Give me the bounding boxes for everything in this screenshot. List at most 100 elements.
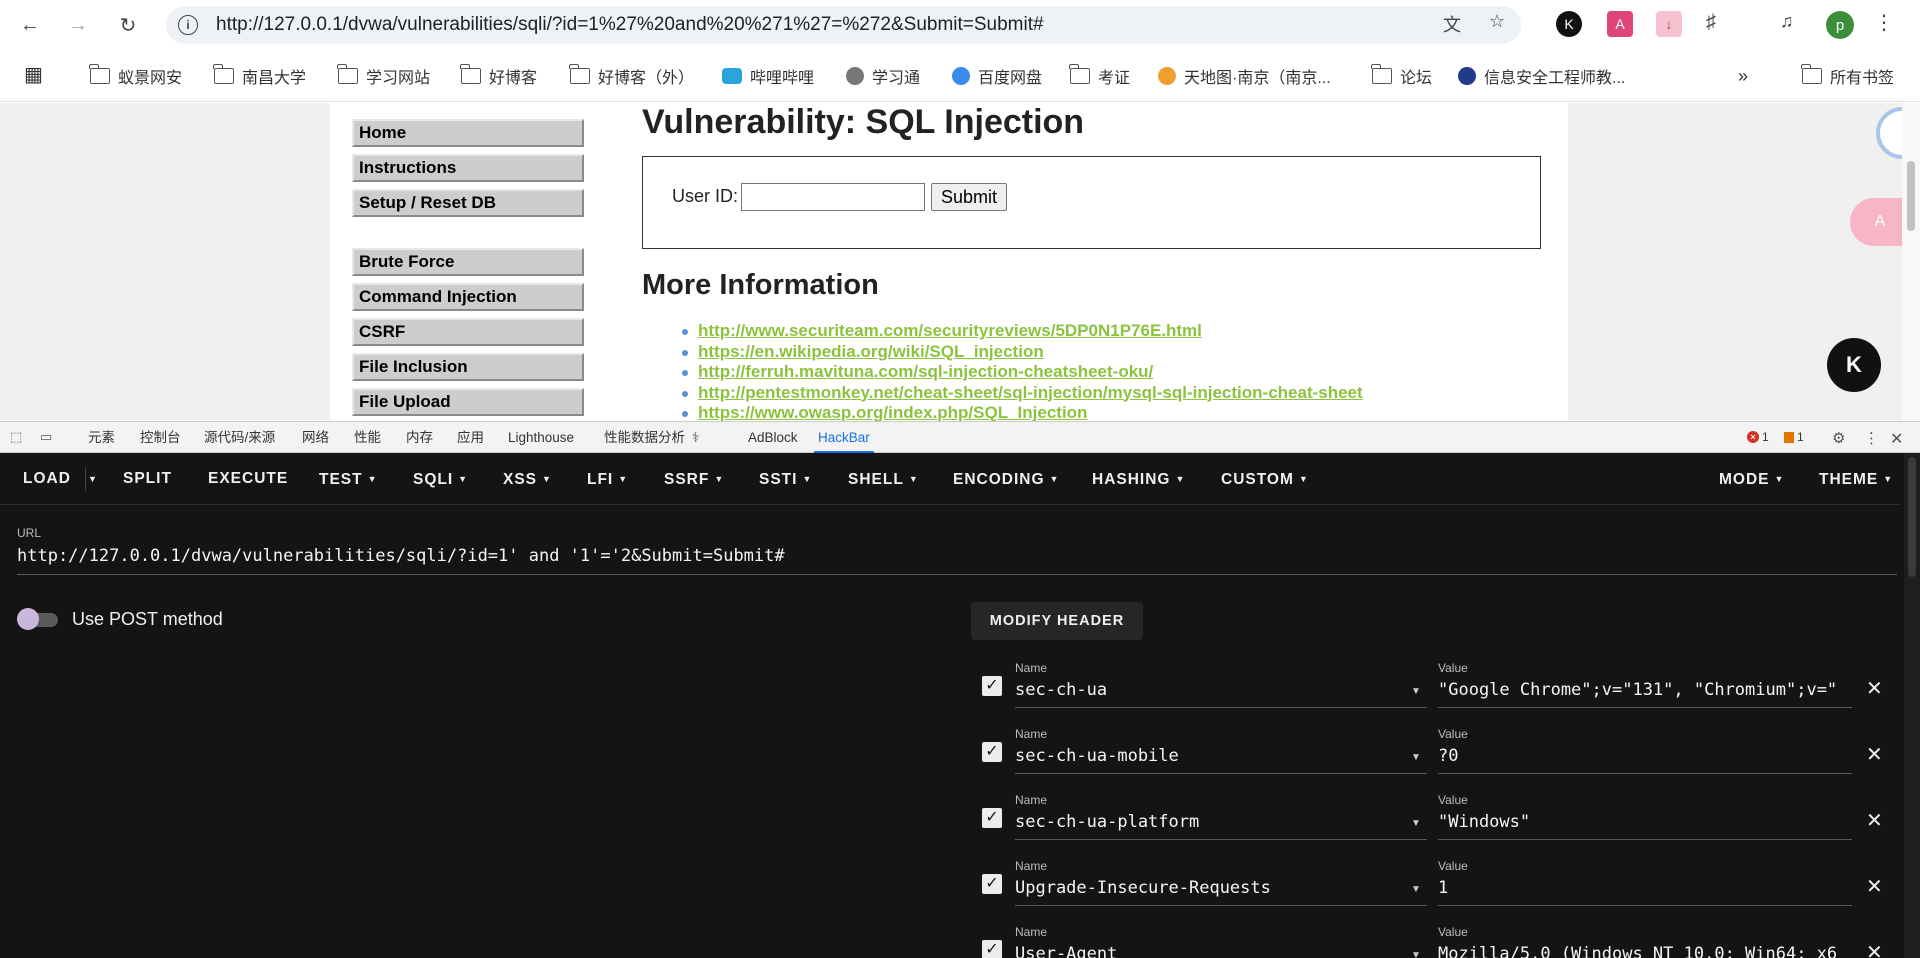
apps-grid-icon[interactable]: ▦	[24, 62, 43, 86]
address-bar[interactable]: i http://127.0.0.1/dvwa/vulnerabilities/…	[166, 6, 1521, 44]
header-name-field[interactable]: sec-ch-ua	[1015, 680, 1405, 700]
bookmark-star-icon[interactable]: ☆	[1489, 11, 1505, 32]
k-extension-icon[interactable]: K	[1556, 11, 1582, 37]
reload-button[interactable]: ↻	[114, 11, 142, 39]
bookmark-item[interactable]: 学习通	[846, 64, 920, 88]
ssrf-menu[interactable]: SSRF ▼	[664, 453, 724, 505]
load-button[interactable]: LOAD	[23, 453, 71, 505]
load-dropdown-chevron-icon[interactable]: ▼	[88, 453, 98, 505]
remove-header-close-icon[interactable]: ✕	[1866, 940, 1883, 958]
sqli-menu[interactable]: SQLI ▼	[413, 453, 468, 505]
split-button[interactable]: SPLIT	[123, 453, 172, 505]
test-menu[interactable]: TEST ▼	[319, 453, 378, 505]
chevron-down-icon[interactable]: ▼	[1411, 950, 1421, 958]
header-enabled-checkbox[interactable]: ✓	[982, 742, 1002, 762]
more-bookmarks-chevron-icon[interactable]: »	[1738, 64, 1748, 88]
header-name-field[interactable]: Upgrade-Insecure-Requests	[1015, 878, 1405, 898]
scrollbar-thumb[interactable]	[1907, 161, 1915, 231]
menu-file-upload[interactable]: File Upload	[352, 388, 584, 416]
bookmark-item[interactable]: 学习网站	[337, 64, 430, 88]
header-enabled-checkbox[interactable]: ✓	[982, 940, 1002, 958]
devtools-tab[interactable]: 源代码/来源	[204, 422, 275, 453]
devtools-menu-icon[interactable]: ⋮	[1864, 429, 1880, 447]
header-value-field[interactable]: "Windows"	[1438, 812, 1852, 832]
menu-file-inclusion[interactable]: File Inclusion	[352, 353, 584, 381]
devtools-tab[interactable]: 控制台	[140, 422, 181, 453]
devtools-tab[interactable]: 性能数据分析	[604, 422, 685, 453]
url-textarea[interactable]: http://127.0.0.1/dvwa/vulnerabilities/sq…	[17, 546, 785, 566]
extensions-puzzle-icon[interactable]: ♯	[1706, 11, 1716, 34]
header-name-field[interactable]: sec-ch-ua-mobile	[1015, 746, 1405, 766]
menu-brute-force[interactable]: Brute Force	[352, 248, 584, 276]
device-toolbar-icon[interactable]: ▭	[40, 429, 56, 445]
remove-header-close-icon[interactable]: ✕	[1866, 676, 1883, 701]
remove-header-close-icon[interactable]: ✕	[1866, 808, 1883, 833]
scrollbar-thumb[interactable]	[1908, 457, 1916, 577]
devtools-tab-active[interactable]: HackBar	[814, 422, 874, 453]
forward-button[interactable]: →	[64, 11, 92, 39]
page-scrollbar[interactable]	[1902, 103, 1920, 421]
execute-button[interactable]: EXECUTE	[208, 453, 288, 505]
chevron-down-icon[interactable]: ▼	[1411, 686, 1421, 697]
devtools-tab[interactable]: Lighthouse	[508, 422, 574, 453]
remove-header-close-icon[interactable]: ✕	[1866, 874, 1883, 899]
bookmark-item[interactable]: 百度网盘	[952, 64, 1042, 88]
reference-link[interactable]: https://en.wikipedia.org/wiki/SQL_inject…	[682, 342, 1363, 363]
theme-menu[interactable]: THEME ▼	[1819, 453, 1893, 505]
menu-setup-reset-db[interactable]: Setup / Reset DB	[352, 189, 584, 217]
bookmark-item[interactable]: 好博客	[460, 64, 537, 88]
header-enabled-checkbox[interactable]: ✓	[982, 874, 1002, 894]
all-bookmarks[interactable]: 所有书签	[1801, 64, 1894, 88]
download-extension-icon[interactable]: ↓	[1656, 11, 1682, 37]
encoding-menu[interactable]: ENCODING ▼	[953, 453, 1059, 505]
header-value-field[interactable]: ?0	[1438, 746, 1852, 766]
modify-header-button[interactable]: MODIFY HEADER	[971, 602, 1143, 640]
bookmark-item[interactable]: 好博客（外）	[569, 64, 694, 88]
inspect-element-icon[interactable]: ⬚	[10, 429, 26, 445]
reference-link[interactable]: https://www.owasp.org/index.php/SQL_Inje…	[682, 403, 1363, 421]
mode-menu[interactable]: MODE ▼	[1719, 453, 1784, 505]
devtools-tab[interactable]: 内存	[406, 422, 433, 453]
devtools-tab[interactable]: 元素	[88, 422, 115, 453]
error-count-badge[interactable]: × 1	[1747, 430, 1769, 444]
bookmark-item[interactable]: 哔哩哔哩	[722, 64, 814, 88]
site-info-icon[interactable]: i	[178, 15, 198, 35]
address-url[interactable]: http://127.0.0.1/dvwa/vulnerabilities/sq…	[216, 6, 1044, 44]
custom-menu[interactable]: CUSTOM ▼	[1221, 453, 1309, 505]
user-id-input[interactable]	[741, 183, 925, 211]
hackbar-scrollbar[interactable]	[1904, 453, 1920, 958]
chevron-down-icon[interactable]: ▼	[1411, 752, 1421, 763]
header-value-field[interactable]: Mozilla/5.0 (Windows NT 10.0; Win64; x6	[1438, 944, 1852, 958]
warning-count-badge[interactable]: 1	[1784, 430, 1804, 444]
reference-link[interactable]: http://pentestmonkey.net/cheat-sheet/sql…	[682, 383, 1363, 404]
floating-translate-icon[interactable]: A	[1850, 198, 1910, 246]
settings-gear-icon[interactable]: ⚙	[1832, 429, 1848, 447]
xss-menu[interactable]: XSS ▼	[503, 453, 552, 505]
menu-instructions[interactable]: Instructions	[352, 154, 584, 182]
chevron-down-icon[interactable]: ▼	[1411, 884, 1421, 895]
translate-extension-icon[interactable]: A	[1607, 11, 1633, 37]
reference-link[interactable]: http://www.securiteam.com/securityreview…	[682, 321, 1363, 342]
devtools-tab[interactable]: 应用	[457, 422, 484, 453]
header-value-field[interactable]: 1	[1438, 878, 1852, 898]
header-value-field[interactable]: "Google Chrome";v="131", "Chromium";v="	[1438, 680, 1852, 700]
hashing-menu[interactable]: HASHING ▼	[1092, 453, 1185, 505]
media-control-icon[interactable]: ♫	[1780, 11, 1794, 32]
devtools-tab[interactable]: 性能	[354, 422, 381, 453]
close-devtools-icon[interactable]: ✕	[1890, 429, 1906, 448]
floating-k-icon[interactable]: K	[1827, 338, 1881, 392]
back-button[interactable]: ←	[16, 11, 44, 39]
menu-home[interactable]: Home	[352, 119, 584, 147]
bookmark-item[interactable]: 考证	[1069, 64, 1130, 88]
profile-avatar[interactable]: p	[1826, 11, 1854, 39]
remove-header-close-icon[interactable]: ✕	[1866, 742, 1883, 767]
shell-menu[interactable]: SHELL ▼	[848, 453, 919, 505]
header-name-field[interactable]: sec-ch-ua-platform	[1015, 812, 1405, 832]
menu-csrf[interactable]: CSRF	[352, 318, 584, 346]
bookmark-item[interactable]: 天地图·南京（南京...	[1158, 64, 1331, 88]
translate-icon[interactable]: 文	[1443, 11, 1461, 37]
header-enabled-checkbox[interactable]: ✓	[982, 808, 1002, 828]
devtools-tab[interactable]: 网络	[302, 422, 329, 453]
submit-button[interactable]: Submit	[931, 183, 1007, 211]
bookmark-item[interactable]: 论坛	[1371, 64, 1432, 88]
